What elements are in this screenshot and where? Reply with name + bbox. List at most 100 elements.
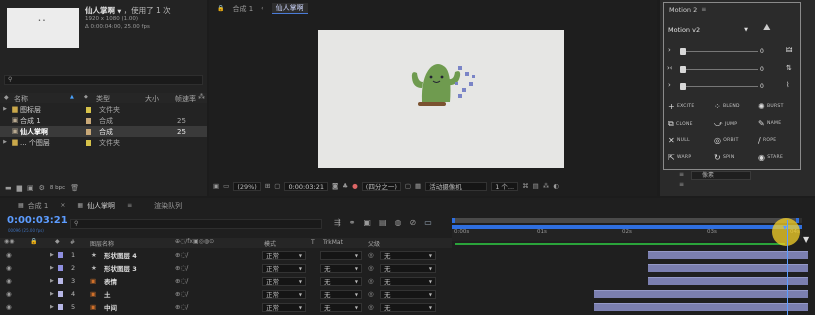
time-navigator[interactable] — [452, 218, 802, 223]
label-swatch[interactable] — [58, 304, 63, 310]
layer-duration-bar[interactable] — [647, 251, 808, 259]
blend-button[interactable]: ⁘ BLEND — [714, 102, 740, 111]
col-size[interactable]: 大小 — [145, 94, 159, 104]
trkmat-dropdown[interactable]: 无 ▼ — [320, 302, 362, 312]
tab-menu-icon[interactable]: ≡ — [127, 202, 132, 209]
layer-search-input[interactable]: ⚲ — [70, 219, 322, 229]
list-item-selected[interactable]: ▣ 仙人掌啊 合成 25 — [0, 126, 207, 137]
transparency-grid-icon[interactable]: ▦ — [415, 183, 421, 190]
delete-icon[interactable]: 🗑 — [70, 184, 79, 192]
visibility-icon[interactable]: ◉ — [6, 278, 12, 285]
layer-row[interactable]: ◉ ▶ 3 ▣ 表情 ⊕◌∕ 正常 ▼ 无 ▼ ◎ 无 ▼ — [0, 275, 452, 287]
visibility-icon[interactable]: ◉ — [6, 291, 12, 298]
label-swatch[interactable] — [58, 291, 63, 297]
camera-snapshot-icon[interactable]: ◙ — [332, 183, 338, 190]
viewer-tab-active[interactable]: 仙人掌啊 — [271, 3, 308, 14]
parent-dropdown[interactable]: 无 ▼ — [380, 263, 436, 273]
layer-duration-bar[interactable] — [647, 264, 808, 272]
easing-slider-3[interactable]: › 0 ⌇ — [666, 82, 792, 92]
viewer-canvas[interactable] — [318, 30, 564, 168]
clone-button[interactable]: ⧉ CLONE — [668, 119, 693, 129]
excite-button[interactable]: + EXCITE — [668, 102, 694, 111]
curve-icon[interactable]: ⌇ — [786, 82, 789, 89]
col-type[interactable]: 类型 — [96, 94, 110, 104]
shy-icon[interactable]: ▣ — [363, 219, 371, 227]
easing-slider-2[interactable]: ›‹ 0 ⇅ — [666, 65, 792, 75]
mountain-icon[interactable]: ⛰ — [763, 24, 771, 33]
switch-icons[interactable]: ⊕◌∕ — [175, 291, 188, 298]
current-timecode[interactable]: 0:00:03:21 — [7, 215, 68, 226]
camera-dropdown[interactable]: 活动摄像机 — [425, 181, 488, 191]
pickwhip-icon[interactable]: ◎ — [368, 304, 374, 311]
grid-icon[interactable]: ⊞ — [265, 183, 270, 190]
pickwhip-icon[interactable]: ◎ — [368, 265, 374, 272]
rope-button[interactable]: ∕ ROPE — [758, 136, 776, 145]
layer-row[interactable]: ◉ ▶ 5 ▣ 中间 ⊕◌∕ 正常 ▼ 无 ▼ ◎ 无 ▼ — [0, 301, 452, 313]
timeline-toggle-icon[interactable]: ▤ — [533, 183, 539, 190]
slider-value[interactable]: 0 — [760, 83, 764, 90]
layer-duration-bar[interactable] — [594, 290, 808, 298]
units-dropdown[interactable]: 像素 — [691, 171, 751, 180]
visibility-icon[interactable]: ◉ — [6, 304, 12, 311]
roi-icon[interactable]: ▢ — [405, 183, 411, 190]
name-button[interactable]: ✎ NAME — [758, 119, 781, 128]
motion-blur-icon[interactable]: ◍ — [395, 219, 402, 227]
dropdown-arrow-icon[interactable]: ▼ — [117, 9, 121, 15]
visibility-icon[interactable]: ◉ — [6, 252, 12, 259]
layer-duration-bar[interactable] — [594, 303, 808, 311]
flowchart-icon[interactable]: ⁂ — [543, 183, 550, 190]
layer-name[interactable]: 表情 — [104, 276, 117, 286]
easing-slider-1[interactable]: › 0 🜲 — [666, 47, 792, 57]
slider-knob[interactable] — [680, 48, 686, 55]
timeline-tab-active[interactable]: 仙人掌啊 — [87, 201, 115, 211]
menu-icon[interactable]: ≡ — [679, 182, 684, 188]
mode-dropdown[interactable]: 正常 ▼ — [262, 289, 306, 299]
anchor-arrows-icon[interactable]: ⇅ — [786, 65, 792, 72]
settings-icon[interactable]: ⚙ — [39, 184, 45, 192]
zoom-dropdown[interactable]: (29%) — [233, 181, 261, 191]
switch-icons[interactable]: ⊕◌∕ — [175, 304, 188, 311]
viewer-timecode[interactable]: 0:00:03:21 — [284, 181, 328, 191]
expand-arrow-icon[interactable]: ▶ — [0, 140, 10, 145]
slider-value[interactable]: 0 — [760, 66, 764, 73]
list-item[interactable]: ▶ ▆ 图标层 文件夹 — [0, 104, 207, 115]
graph-editor-icon[interactable]: ⊘ — [410, 219, 417, 227]
composition-flowchart-icon[interactable]: ⇶ — [334, 219, 341, 227]
pin-icon[interactable]: 🜲 — [786, 47, 792, 54]
layer-name[interactable]: 形状图层 4 — [104, 250, 137, 260]
slider-knob[interactable] — [680, 66, 686, 73]
col-mode[interactable]: 模式 — [264, 239, 276, 248]
preset-dropdown[interactable]: Motion v2 ▼ — [668, 25, 748, 35]
parent-dropdown[interactable]: 无 ▼ — [380, 302, 436, 312]
layer-name[interactable]: 形状图层 3 — [104, 263, 137, 273]
exposure-icon[interactable]: ◐ — [553, 183, 559, 190]
trkmat-dropdown[interactable]: 无 ▼ — [320, 289, 362, 299]
resolution-dropdown[interactable]: (四分之一) — [361, 181, 401, 191]
time-ruler[interactable]: 0:00s 01s 02s 03s 04s — [452, 229, 802, 241]
new-folder-icon[interactable]: ▆ — [17, 184, 22, 192]
col-trkmat[interactable]: TrkMat — [323, 239, 343, 246]
col-fps[interactable]: 帧速率 — [175, 94, 196, 104]
expand-arrow-icon[interactable]: ▶ — [0, 107, 10, 112]
layer-name[interactable]: 中间 — [104, 302, 117, 312]
switch-icons[interactable]: ⊕◌∕ — [175, 278, 188, 285]
null-button[interactable]: ✕ NULL — [668, 136, 690, 145]
col-parent[interactable]: 父级 — [368, 239, 380, 248]
draft-3d-icon[interactable]: ⚭ — [349, 219, 356, 227]
stare-button[interactable]: ◉ STARE — [758, 153, 783, 162]
pickwhip-icon[interactable]: ◎ — [368, 252, 374, 259]
preview-icon[interactable]: ▣ — [213, 183, 219, 190]
expand-arrow-icon[interactable]: ▶ — [50, 291, 54, 297]
layer-row[interactable]: ◉ ▶ 4 ▣ 土 ⊕◌∕ 正常 ▼ 无 ▼ ◎ 无 ▼ — [0, 288, 452, 300]
visibility-icon[interactable]: ◉ — [6, 265, 12, 272]
parent-dropdown[interactable]: 无 ▼ — [380, 250, 436, 260]
trkmat-dropdown[interactable]: 无 ▼ — [320, 263, 362, 273]
label-swatch[interactable] — [58, 278, 63, 284]
pickwhip-icon[interactable]: ◎ — [368, 291, 374, 298]
col-layer-name[interactable]: 图层名称 — [90, 239, 114, 248]
parent-dropdown[interactable]: 无 ▼ — [380, 289, 436, 299]
slider-value[interactable]: 0 — [760, 48, 764, 55]
playhead-handle-icon[interactable]: ▾ — [783, 224, 787, 232]
panel-menu-icon[interactable]: ≡ — [701, 7, 706, 13]
flowchart-icon[interactable]: ⁂ — [198, 94, 205, 101]
